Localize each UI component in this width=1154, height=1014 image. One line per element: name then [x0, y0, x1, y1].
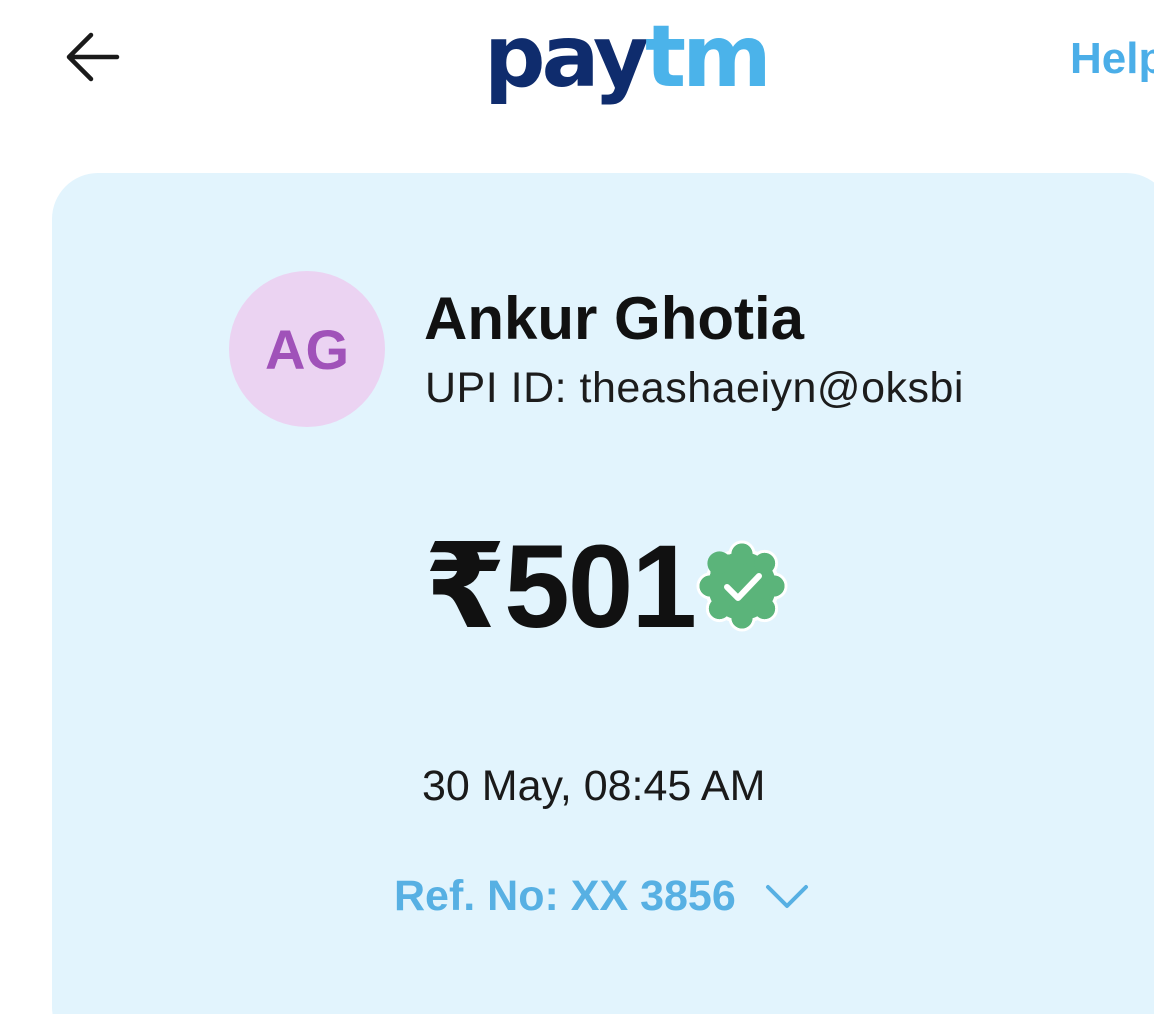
- avatar: AG: [229, 271, 385, 427]
- reference-number-toggle[interactable]: Ref. No: XX 3856: [394, 872, 810, 921]
- payment-receipt-screen: pay tm Help AG Ankur Ghotia UPI ID: theas…: [0, 0, 1154, 1014]
- payment-amount: ₹501: [424, 521, 697, 653]
- logo-pay-text: pay: [484, 7, 649, 107]
- payee-upi-id: UPI ID: theashaeiyn@oksbi: [425, 364, 964, 412]
- verified-check-icon: [696, 540, 788, 632]
- transaction-timestamp: 30 May, 08:45 AM: [422, 762, 766, 810]
- avatar-initials: AG: [265, 317, 349, 381]
- back-button[interactable]: [58, 24, 124, 90]
- help-link[interactable]: Help: [1070, 34, 1154, 84]
- logo-tm-text: tm: [645, 7, 772, 107]
- reference-number: Ref. No: XX 3856: [394, 872, 736, 920]
- chevron-down-icon: [765, 884, 808, 908]
- payee-name: Ankur Ghotia: [424, 285, 805, 352]
- paytm-logo: pay tm: [484, 7, 772, 107]
- arrow-left-icon: [66, 32, 120, 82]
